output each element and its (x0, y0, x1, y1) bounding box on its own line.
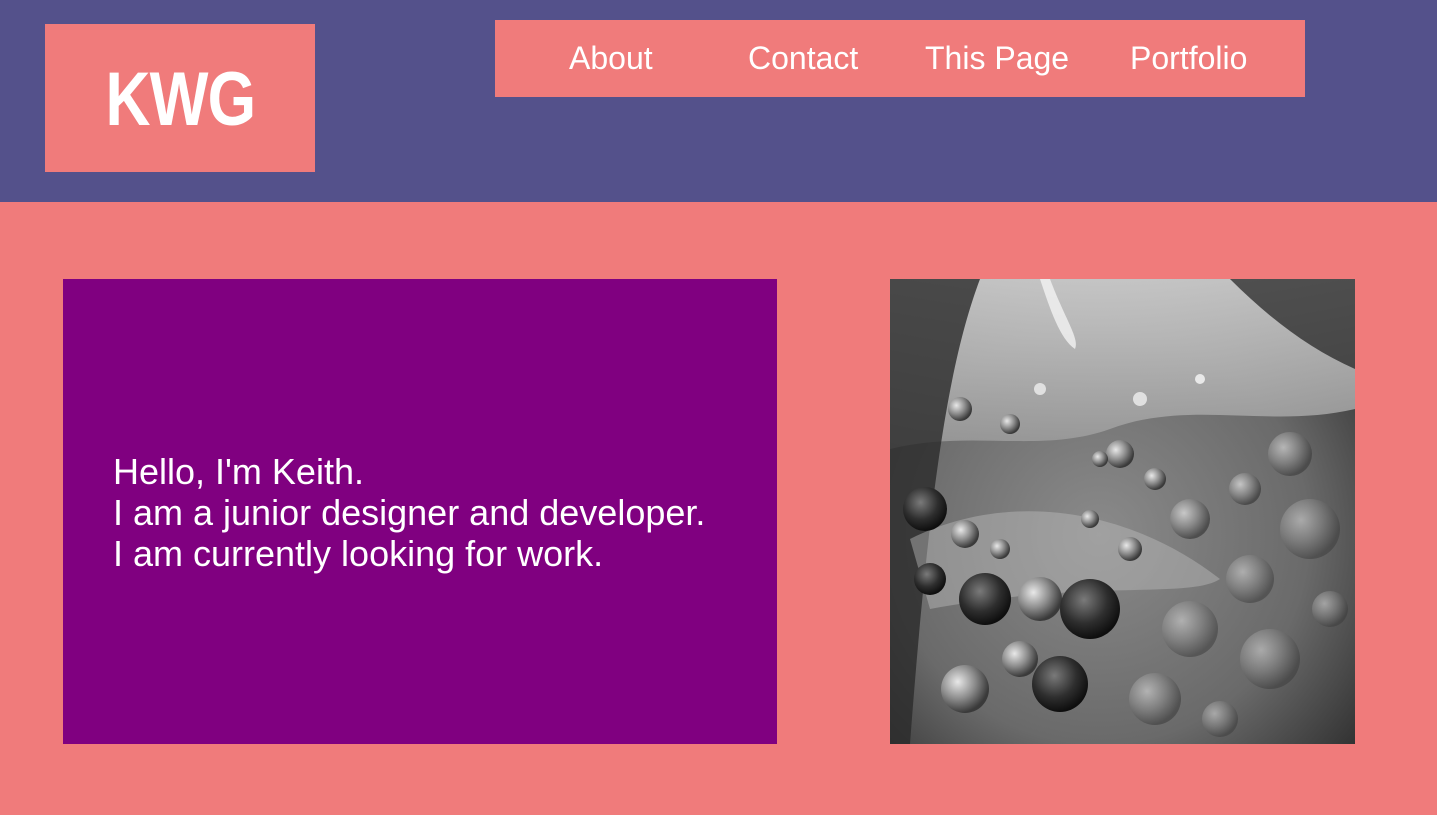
bubbles-image (890, 279, 1355, 744)
main-nav: About Contact This Page Portfolio (495, 20, 1305, 97)
nav-link-contact[interactable]: Contact (748, 20, 858, 97)
intro-status: I am currently looking for work. (113, 533, 604, 574)
logo[interactable]: KWG (45, 24, 315, 172)
intro-role: I am a junior designer and developer. (113, 492, 706, 533)
intro-panel: Hello, I'm Keith. I am a junior designer… (63, 279, 777, 744)
page: KWG About Contact This Page Portfolio He… (0, 0, 1437, 815)
intro-text: Hello, I'm Keith. I am a junior designer… (113, 451, 705, 574)
nav-link-this-page[interactable]: This Page (925, 20, 1069, 97)
logo-text: KWG (105, 57, 256, 142)
nav-link-about[interactable]: About (569, 20, 653, 97)
site-header: KWG About Contact This Page Portfolio (0, 0, 1437, 202)
intro-greeting: Hello, I'm Keith. (113, 451, 364, 492)
nav-link-portfolio[interactable]: Portfolio (1130, 20, 1247, 97)
profile-photo (890, 279, 1355, 744)
